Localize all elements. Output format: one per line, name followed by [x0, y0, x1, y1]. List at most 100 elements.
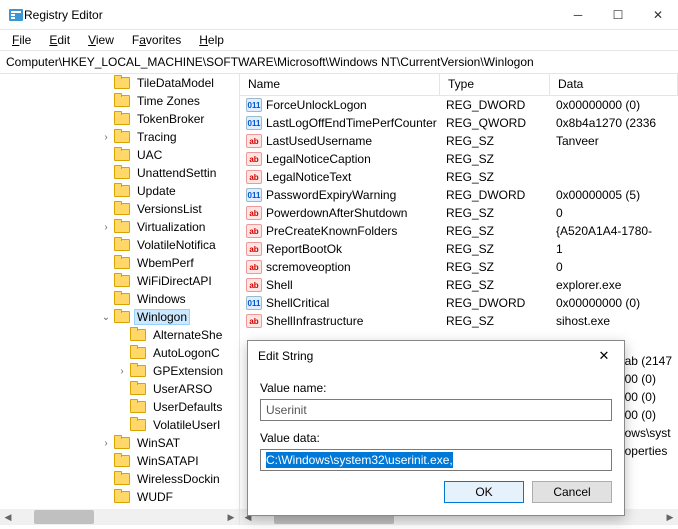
value-data-input[interactable]: C:\Windows\system32\userinit.exe, — [260, 449, 612, 471]
tree-item[interactable]: ›UserARSO — [0, 380, 239, 398]
menu-favorites[interactable]: Favorites — [124, 31, 189, 49]
value-row[interactable]: abLegalNoticeCaptionREG_SZ — [240, 150, 678, 168]
value-name-input[interactable]: Userinit — [260, 399, 612, 421]
tree-item-label: UnattendSettin — [134, 165, 219, 181]
tree-item[interactable]: ⌄ Winlogon — [0, 308, 239, 326]
string-value-icon: ab — [246, 152, 262, 166]
obscured-fragment: 00 (0) — [625, 406, 672, 424]
dword-value-icon: 011 — [246, 116, 262, 130]
value-name: LastLogOffEndTimePerfCounter — [266, 116, 437, 130]
tree-item[interactable]: ›WirelessDockin — [0, 470, 239, 488]
value-name: PreCreateKnownFolders — [266, 224, 397, 238]
folder-icon — [130, 383, 146, 395]
value-row[interactable]: 011ForceUnlockLogonREG_DWORD0x00000000 (… — [240, 96, 678, 114]
value-row[interactable]: abLegalNoticeTextREG_SZ — [240, 168, 678, 186]
chevron-right-icon[interactable]: › — [100, 222, 112, 233]
tree-item[interactable]: ›WinSAT — [0, 434, 239, 452]
string-value-icon: ab — [246, 206, 262, 220]
menu-view[interactable]: View — [80, 31, 122, 49]
tree-item-label: VersionsList — [134, 201, 205, 217]
close-button[interactable]: ✕ — [638, 0, 678, 29]
column-data[interactable]: Data — [550, 74, 678, 95]
value-row[interactable]: 011ShellCriticalREG_DWORD0x00000000 (0) — [240, 294, 678, 312]
folder-icon — [114, 239, 130, 251]
tree-item[interactable]: ›VolatileNotifica — [0, 236, 239, 254]
tree-item[interactable]: ›WinSATAPI — [0, 452, 239, 470]
obscured-list-fragment: ab (214700 (0)00 (0)00 (0)ows\systoperti… — [625, 352, 672, 460]
value-data-label: Value data: — [260, 431, 612, 445]
tree-item[interactable]: ›Tracing — [0, 128, 239, 146]
value-name: LegalNoticeText — [266, 170, 351, 184]
folder-icon — [114, 131, 130, 143]
value-name-label: Value name: — [260, 381, 612, 395]
dword-value-icon: 011 — [246, 188, 262, 202]
chevron-right-icon[interactable]: › — [100, 132, 112, 143]
tree-item[interactable]: ›AutoLogonC — [0, 344, 239, 362]
tree-item[interactable]: › GPExtension — [0, 362, 239, 380]
tree-item[interactable]: ›TileDataModel — [0, 74, 239, 92]
value-row[interactable]: abShellInfrastructureREG_SZsihost.exe — [240, 312, 678, 330]
tree-panel: ›TileDataModel›Time Zones›TokenBroker›Tr… — [0, 74, 240, 525]
scroll-right-icon[interactable]: ▶ — [662, 512, 678, 523]
tree-item-label: WiFiDirectAPI — [134, 273, 215, 289]
value-row[interactable]: 011 LastLogOffEndTimePerfCounterREG_QWORD… — [240, 114, 678, 132]
value-data — [550, 175, 678, 179]
tree-item[interactable]: ›UAC — [0, 146, 239, 164]
registry-tree[interactable]: ›TileDataModel›Time Zones›TokenBroker›Tr… — [0, 74, 239, 509]
menu-edit[interactable]: Edit — [41, 31, 78, 49]
maximize-button[interactable]: ☐ — [598, 0, 638, 29]
tree-item[interactable]: ›UserDefaults — [0, 398, 239, 416]
value-data — [550, 157, 678, 161]
scroll-left-icon[interactable]: ◀ — [0, 512, 16, 523]
value-row[interactable]: abReportBootOkREG_SZ1 — [240, 240, 678, 258]
value-type: REG_SZ — [440, 222, 550, 240]
tree-item-label: GPExtension — [150, 363, 226, 379]
dialog-close-icon[interactable]: ✕ — [590, 348, 618, 364]
tree-item-label: Winlogon — [134, 309, 190, 325]
menu-bar: File Edit View Favorites Help — [0, 30, 678, 50]
tree-item[interactable]: ›UnattendSettin — [0, 164, 239, 182]
window-titlebar: Registry Editor ─ ☐ ✕ — [0, 0, 678, 30]
scroll-right-icon[interactable]: ▶ — [223, 512, 239, 523]
folder-icon — [114, 473, 130, 485]
chevron-right-icon[interactable]: › — [116, 366, 128, 377]
tree-item[interactable]: ›WiFiDirectAPI — [0, 272, 239, 290]
column-name[interactable]: Name — [240, 74, 440, 95]
dialog-titlebar[interactable]: Edit String ✕ — [248, 341, 624, 371]
tree-item[interactable]: ›Virtualization — [0, 218, 239, 236]
folder-icon — [114, 113, 130, 125]
tree-item[interactable]: ›AlternateShe — [0, 326, 239, 344]
tree-item-label: WUDF — [134, 489, 176, 505]
value-type: REG_QWORD — [440, 114, 550, 132]
value-data: 0x00000000 (0) — [550, 96, 678, 114]
cancel-button[interactable]: Cancel — [532, 481, 612, 503]
tree-item[interactable]: ›WbemPerf — [0, 254, 239, 272]
tree-item[interactable]: ›WUDF — [0, 488, 239, 506]
value-row[interactable]: abPreCreateKnownFoldersREG_SZ{A520A1A4-1… — [240, 222, 678, 240]
scroll-thumb[interactable] — [34, 510, 94, 524]
ok-button[interactable]: OK — [444, 481, 524, 503]
tree-item[interactable]: ›TokenBroker — [0, 110, 239, 128]
value-row[interactable]: abPowerdownAfterShutdownREG_SZ0 — [240, 204, 678, 222]
tree-item[interactable]: ›Time Zones — [0, 92, 239, 110]
chevron-right-icon[interactable]: › — [100, 438, 112, 449]
tree-hscrollbar[interactable]: ◀ ▶ — [0, 509, 239, 525]
menu-file[interactable]: File — [4, 31, 39, 49]
tree-item[interactable]: ›Update — [0, 182, 239, 200]
value-row[interactable]: abShellREG_SZexplorer.exe — [240, 276, 678, 294]
value-row[interactable]: abLastUsedUsernameREG_SZTanveer — [240, 132, 678, 150]
value-row[interactable]: 011PasswordExpiryWarningREG_DWORD0x00000… — [240, 186, 678, 204]
minimize-button[interactable]: ─ — [558, 0, 598, 29]
address-bar[interactable]: Computer\HKEY_LOCAL_MACHINE\SOFTWARE\Mic… — [0, 50, 678, 74]
list-header[interactable]: Name Type Data — [240, 74, 678, 96]
value-row[interactable]: abscremoveoptionREG_SZ0 — [240, 258, 678, 276]
tree-item[interactable]: ›Windows — [0, 290, 239, 308]
value-name: PowerdownAfterShutdown — [266, 206, 407, 220]
column-type[interactable]: Type — [440, 74, 550, 95]
chevron-down-icon[interactable]: ⌄ — [100, 312, 112, 323]
tree-item-label: WirelessDockin — [134, 471, 223, 487]
menu-help[interactable]: Help — [191, 31, 232, 49]
tree-item[interactable]: ›VolatileUserI — [0, 416, 239, 434]
tree-item[interactable]: ›VersionsList — [0, 200, 239, 218]
dword-value-icon: 011 — [246, 98, 262, 112]
